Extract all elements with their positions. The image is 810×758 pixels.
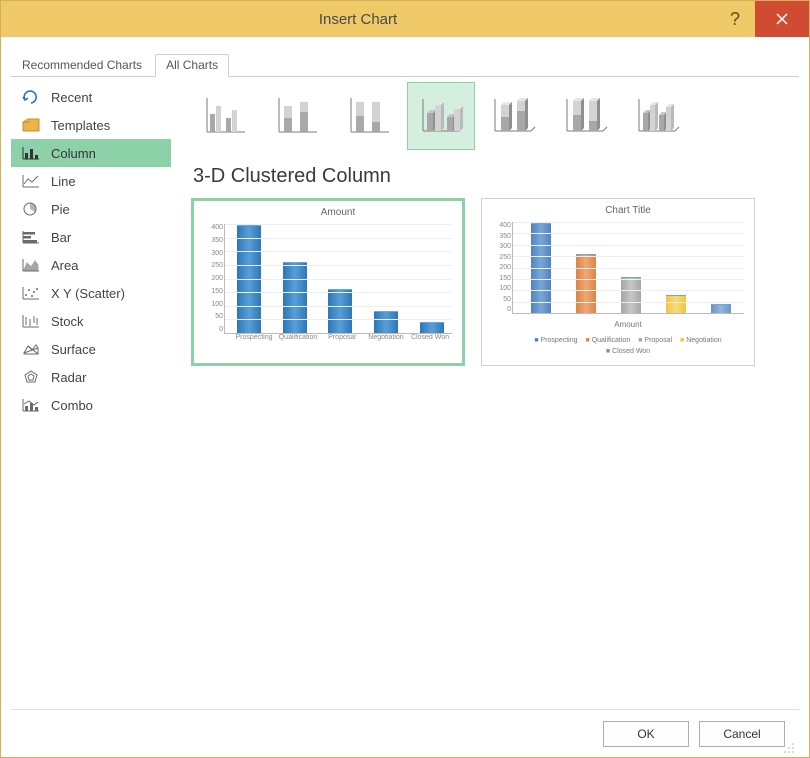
- chart-subtype-row: [191, 81, 799, 151]
- tab-recommended-charts[interactable]: Recommended Charts: [11, 54, 153, 77]
- combo-chart-icon: [21, 395, 41, 415]
- ok-button[interactable]: OK: [603, 721, 689, 747]
- chart-previews: Amount 400 350 300 250 200 150 100 50: [191, 198, 799, 366]
- subtype-100-stacked-column[interactable]: [335, 82, 403, 150]
- chart-subtype-heading: 3-D Clustered Column: [193, 165, 799, 188]
- clustered-column-icon: [203, 96, 247, 136]
- scatter-chart-icon: [21, 283, 41, 303]
- 3d-column-icon: [633, 95, 681, 137]
- templates-icon: [21, 115, 41, 135]
- chart-preview-2[interactable]: Chart Title 400 350 300 250 200 150 100 …: [481, 198, 755, 366]
- cat-label: Bar: [51, 230, 71, 245]
- radar-chart-icon: [21, 367, 41, 387]
- cat-area[interactable]: Area: [11, 251, 171, 279]
- chart-preview-1[interactable]: Amount 400 350 300 250 200 150 100 50: [191, 198, 465, 366]
- 100-stacked-column-icon: [347, 96, 391, 136]
- close-button[interactable]: [755, 1, 809, 37]
- subtype-3d-clustered-column[interactable]: [407, 82, 475, 150]
- 3d-stacked-column-icon: [489, 95, 537, 137]
- subtype-3d-100-stacked-column[interactable]: [551, 82, 619, 150]
- cat-surface[interactable]: Surface: [11, 335, 171, 363]
- subtype-3d-column[interactable]: [623, 82, 691, 150]
- tabs: Recommended Charts All Charts: [11, 53, 799, 77]
- cat-label: Radar: [51, 370, 86, 385]
- cat-label: Column: [51, 146, 96, 161]
- 3d-clustered-column-icon: [417, 95, 465, 137]
- cat-templates[interactable]: Templates: [11, 111, 171, 139]
- preview-legend: Prospecting Qualification Proposal Negot…: [512, 337, 744, 355]
- cat-label: Templates: [51, 118, 110, 133]
- cat-recent[interactable]: Recent: [11, 83, 171, 111]
- stock-chart-icon: [21, 311, 41, 331]
- preview-plot: 400 350 300 250 200 150 100 50 0: [224, 224, 452, 334]
- dialog-title: Insert Chart: [1, 11, 715, 28]
- stacked-column-icon: [275, 96, 319, 136]
- chart-subtype-pane: 3-D Clustered Column Amount 400 350 300 …: [171, 77, 799, 709]
- chart-category-list: Recent Templates Column Line Pie: [11, 77, 171, 709]
- cat-scatter[interactable]: X Y (Scatter): [11, 279, 171, 307]
- subtype-stacked-column[interactable]: [263, 82, 331, 150]
- subtype-clustered-column[interactable]: [191, 82, 259, 150]
- cat-label: Stock: [51, 314, 84, 329]
- cat-label: Pie: [51, 202, 70, 217]
- cat-stock[interactable]: Stock: [11, 307, 171, 335]
- area-chart-icon: [21, 255, 41, 275]
- line-chart-icon: [21, 171, 41, 191]
- preview-plot: 400 350 300 250 200 150 100 50 0: [512, 222, 744, 314]
- tab-all-charts[interactable]: All Charts: [155, 54, 229, 77]
- cat-label: X Y (Scatter): [51, 286, 125, 301]
- cat-label: Recent: [51, 90, 92, 105]
- cat-label: Area: [51, 258, 78, 273]
- column-chart-icon: [21, 143, 41, 163]
- close-icon: [775, 12, 789, 26]
- cat-label: Line: [51, 174, 76, 189]
- cat-bar[interactable]: Bar: [11, 223, 171, 251]
- help-button[interactable]: ?: [715, 9, 755, 30]
- dialog-footer: OK Cancel: [11, 709, 799, 757]
- bar-chart-icon: [21, 227, 41, 247]
- titlebar: Insert Chart ?: [1, 1, 809, 37]
- resize-grip-icon[interactable]: [783, 742, 795, 754]
- recent-icon: [21, 87, 41, 107]
- insert-chart-dialog: Insert Chart ? Recommended Charts All Ch…: [0, 0, 810, 758]
- pie-chart-icon: [21, 199, 41, 219]
- cat-combo[interactable]: Combo: [11, 391, 171, 419]
- cat-radar[interactable]: Radar: [11, 363, 171, 391]
- preview-title: Chart Title: [512, 205, 744, 216]
- cancel-button[interactable]: Cancel: [699, 721, 785, 747]
- cat-line[interactable]: Line: [11, 167, 171, 195]
- subtype-3d-stacked-column[interactable]: [479, 82, 547, 150]
- cat-pie[interactable]: Pie: [11, 195, 171, 223]
- cat-column[interactable]: Column: [11, 139, 171, 167]
- 3d-100-stacked-column-icon: [561, 95, 609, 137]
- surface-chart-icon: [21, 339, 41, 359]
- preview-title: Amount: [224, 207, 452, 218]
- cat-label: Surface: [51, 342, 96, 357]
- cat-label: Combo: [51, 398, 93, 413]
